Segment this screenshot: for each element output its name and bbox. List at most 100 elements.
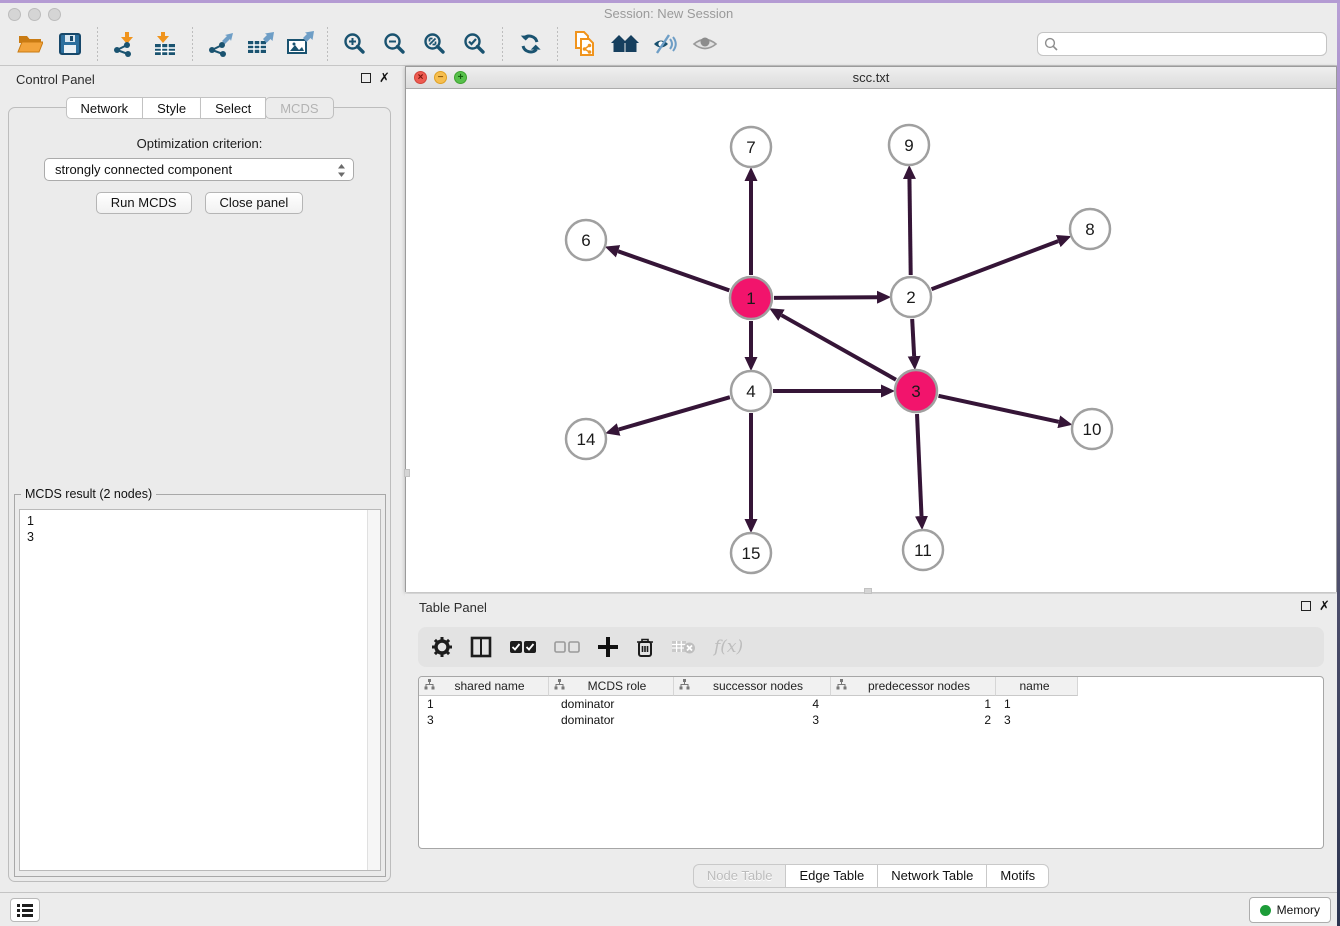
add-column-icon[interactable] <box>598 637 618 657</box>
criterion-dropdown[interactable]: strongly connected component <box>44 158 354 181</box>
graph-edge-2-8[interactable] <box>932 241 1059 289</box>
table-cell[interactable]: 3 <box>996 712 1078 728</box>
toolbar-separator <box>557 27 558 61</box>
zoom-selected-icon[interactable] <box>458 27 492 61</box>
clone-network-icon[interactable] <box>568 27 602 61</box>
refresh-layout-icon[interactable] <box>513 27 547 61</box>
graph-node-9[interactable]: 9 <box>889 125 929 165</box>
column-header-label: MCDS role <box>565 679 673 693</box>
graph-node-15[interactable]: 15 <box>731 533 771 573</box>
graph-node-8[interactable]: 8 <box>1070 209 1110 249</box>
open-session-icon[interactable] <box>13 27 47 61</box>
task-history-button[interactable] <box>10 898 40 922</box>
graph-edge-1-2[interactable] <box>774 297 877 298</box>
export-image-icon[interactable] <box>283 27 317 61</box>
close-table-panel-icon[interactable]: ✗ <box>1319 598 1330 614</box>
mcds-result-area[interactable]: 1 3 <box>19 509 381 871</box>
table-row[interactable]: 3dominator323 <box>419 712 1323 728</box>
hide-selected-icon[interactable] <box>648 27 682 61</box>
float-table-panel-icon[interactable] <box>1301 601 1311 611</box>
table-cell[interactable]: 3 <box>674 712 831 728</box>
close-panel-icon[interactable]: ✗ <box>379 70 390 86</box>
graph-node-7[interactable]: 7 <box>731 127 771 167</box>
zoom-out-icon[interactable] <box>378 27 412 61</box>
graph-edge-3-1[interactable] <box>781 315 895 380</box>
column-header-name[interactable]: name <box>996 677 1078 696</box>
table-cell[interactable]: 2 <box>831 712 996 728</box>
graph-edge-2-3[interactable] <box>912 319 914 356</box>
show-all-icon[interactable] <box>688 27 722 61</box>
graph-edge-4-14[interactable] <box>619 397 730 429</box>
import-table-icon[interactable] <box>148 27 182 61</box>
table-cell[interactable]: 1 <box>996 696 1078 712</box>
table-cell[interactable]: 3 <box>419 712 549 728</box>
network-canvas[interactable]: 1 2 3 4 6 7 8 9 10 11 14 15 <box>406 89 1336 592</box>
graph-node-1[interactable]: 1 <box>730 277 772 319</box>
zoom-in-icon[interactable] <box>338 27 372 61</box>
result-scrollbar[interactable] <box>367 510 380 870</box>
network-window-titlebar[interactable]: × − + scc.txt <box>406 67 1336 89</box>
column-header-predecessor-nodes[interactable]: predecessor nodes <box>831 677 996 696</box>
svg-text:15: 15 <box>742 544 761 563</box>
tab-edge-table[interactable]: Edge Table <box>786 864 878 888</box>
svg-text:3: 3 <box>911 382 920 401</box>
network-view-window: × − + scc.txt 1 2 3 4 6 7 8 9 10 11 14 15 <box>405 66 1337 592</box>
mcds-result-group: MCDS result (2 nodes) 1 3 <box>14 494 386 877</box>
table-cell[interactable]: 1 <box>419 696 549 712</box>
column-header-shared-name[interactable]: shared name <box>419 677 549 696</box>
status-bar: Memory <box>0 892 1337 926</box>
run-mcds-button[interactable]: Run MCDS <box>96 192 192 214</box>
table-cell[interactable]: 1 <box>831 696 996 712</box>
save-session-icon[interactable] <box>53 27 87 61</box>
tab-style[interactable]: Style <box>143 97 201 119</box>
table-settings-icon[interactable] <box>432 637 452 657</box>
delete-column-icon[interactable] <box>636 637 654 658</box>
function-builder-icon[interactable]: f(x) <box>714 637 743 657</box>
table-cell[interactable]: dominator <box>549 712 674 728</box>
graph-node-14[interactable]: 14 <box>566 419 606 459</box>
graph-edge-1-6[interactable] <box>618 251 729 290</box>
graph-node-4[interactable]: 4 <box>731 371 771 411</box>
graph-node-6[interactable]: 6 <box>566 220 606 260</box>
control-panel-tabs: NetworkStyleSelectMCDS <box>65 97 333 119</box>
zoom-fit-icon[interactable] <box>418 27 452 61</box>
split-table-icon[interactable] <box>470 636 492 658</box>
graph-edge-3-11[interactable] <box>917 414 921 516</box>
graph-edge-3-10[interactable] <box>938 396 1058 422</box>
main-toolbar <box>0 22 1337 66</box>
table-cell[interactable]: 4 <box>674 696 831 712</box>
svg-text:8: 8 <box>1085 220 1094 239</box>
tab-mcds[interactable]: MCDS <box>265 97 333 119</box>
graph-node-11[interactable]: 11 <box>903 530 943 570</box>
graph-node-10[interactable]: 10 <box>1072 409 1112 449</box>
float-panel-icon[interactable] <box>361 73 371 83</box>
search-input[interactable] <box>1037 32 1327 56</box>
app-titlebar: Session: New Session <box>0 3 1337 22</box>
tab-network-table[interactable]: Network Table <box>878 864 987 888</box>
export-network-icon[interactable] <box>203 27 237 61</box>
column-header-mcds-role[interactable]: MCDS role <box>549 677 674 696</box>
table-row[interactable]: 1dominator411 <box>419 696 1323 712</box>
app-title: Session: New Session <box>0 6 1337 21</box>
export-table-icon[interactable] <box>243 27 277 61</box>
tab-motifs[interactable]: Motifs <box>987 864 1049 888</box>
node-table-body: 1dominator4113dominator323 <box>419 696 1323 728</box>
tab-node-table[interactable]: Node Table <box>693 864 787 888</box>
graph-node-2[interactable]: 2 <box>891 277 931 317</box>
column-header-label: successor nodes <box>690 679 830 693</box>
tab-select[interactable]: Select <box>201 97 266 119</box>
column-header-successor-nodes[interactable]: successor nodes <box>674 677 831 696</box>
unselect-all-columns-icon[interactable] <box>554 640 580 654</box>
left-edge-gripper[interactable] <box>404 469 410 477</box>
delete-table-icon[interactable] <box>672 639 696 655</box>
memory-button[interactable]: Memory <box>1249 897 1331 923</box>
graph-node-3[interactable]: 3 <box>895 370 937 412</box>
import-network-icon[interactable] <box>108 27 142 61</box>
graph-edge-2-9[interactable] <box>909 179 910 275</box>
close-panel-button[interactable]: Close panel <box>205 192 304 214</box>
table-cell[interactable]: dominator <box>549 696 674 712</box>
toolbar-separator <box>502 27 503 61</box>
tab-network[interactable]: Network <box>65 97 143 119</box>
select-all-columns-icon[interactable] <box>510 640 536 654</box>
home-icon[interactable] <box>608 27 642 61</box>
